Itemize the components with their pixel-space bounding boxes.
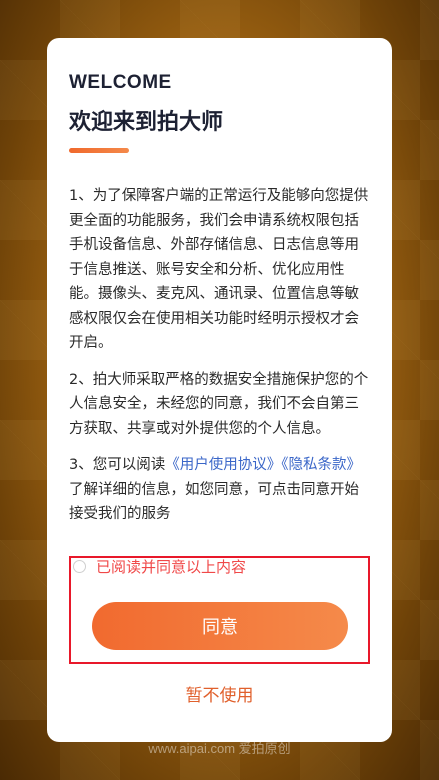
agree-checkbox-label: 已阅读并同意以上内容 [96, 557, 247, 576]
privacy-policy-link[interactable]: 《隐私条款》 [281, 457, 361, 473]
agree-checkbox-row[interactable]: 已阅读并同意以上内容 [73, 556, 246, 576]
dialog-content: 1、为了保障客户端的正常运行及能够向您提供更全面的功能服务，我们会申请系统权限包… [69, 184, 373, 539]
decline-button[interactable]: 暂不使用 [47, 681, 392, 706]
welcome-heading: WELCOME [69, 72, 172, 93]
privacy-dialog: WELCOME 欢迎来到拍大师 1、为了保障客户端的正常运行及能够向您提供更全面… [47, 38, 392, 742]
agree-button[interactable]: 同意 [92, 602, 348, 650]
paragraph-3-prefix: 3、您可以阅读 [69, 457, 166, 473]
agree-radio[interactable] [73, 559, 86, 573]
watermark: www.aipai.com 爱拍原创 [148, 741, 291, 756]
dialog-title: 欢迎来到拍大师 [69, 110, 224, 135]
title-underline [69, 148, 129, 153]
user-agreement-link[interactable]: 《用户使用协议》 [165, 457, 281, 473]
paragraph-2: 2、拍大师采取严格的数据安全措施保护您的个人信息安全，未经您的同意，我们不会自第… [69, 371, 369, 437]
paragraph-1: 1、为了保障客户端的正常运行及能够向您提供更全面的功能服务，我们会申请系统权限包… [69, 188, 369, 351]
paragraph-3-suffix: 了解详细的信息，如您同意，可点击同意开始接受我们的服务 [69, 481, 359, 523]
paragraph-3: 3、您可以阅读《用户使用协议》《隐私条款》了解详细的信息，如您同意，可点击同意开… [69, 453, 373, 527]
